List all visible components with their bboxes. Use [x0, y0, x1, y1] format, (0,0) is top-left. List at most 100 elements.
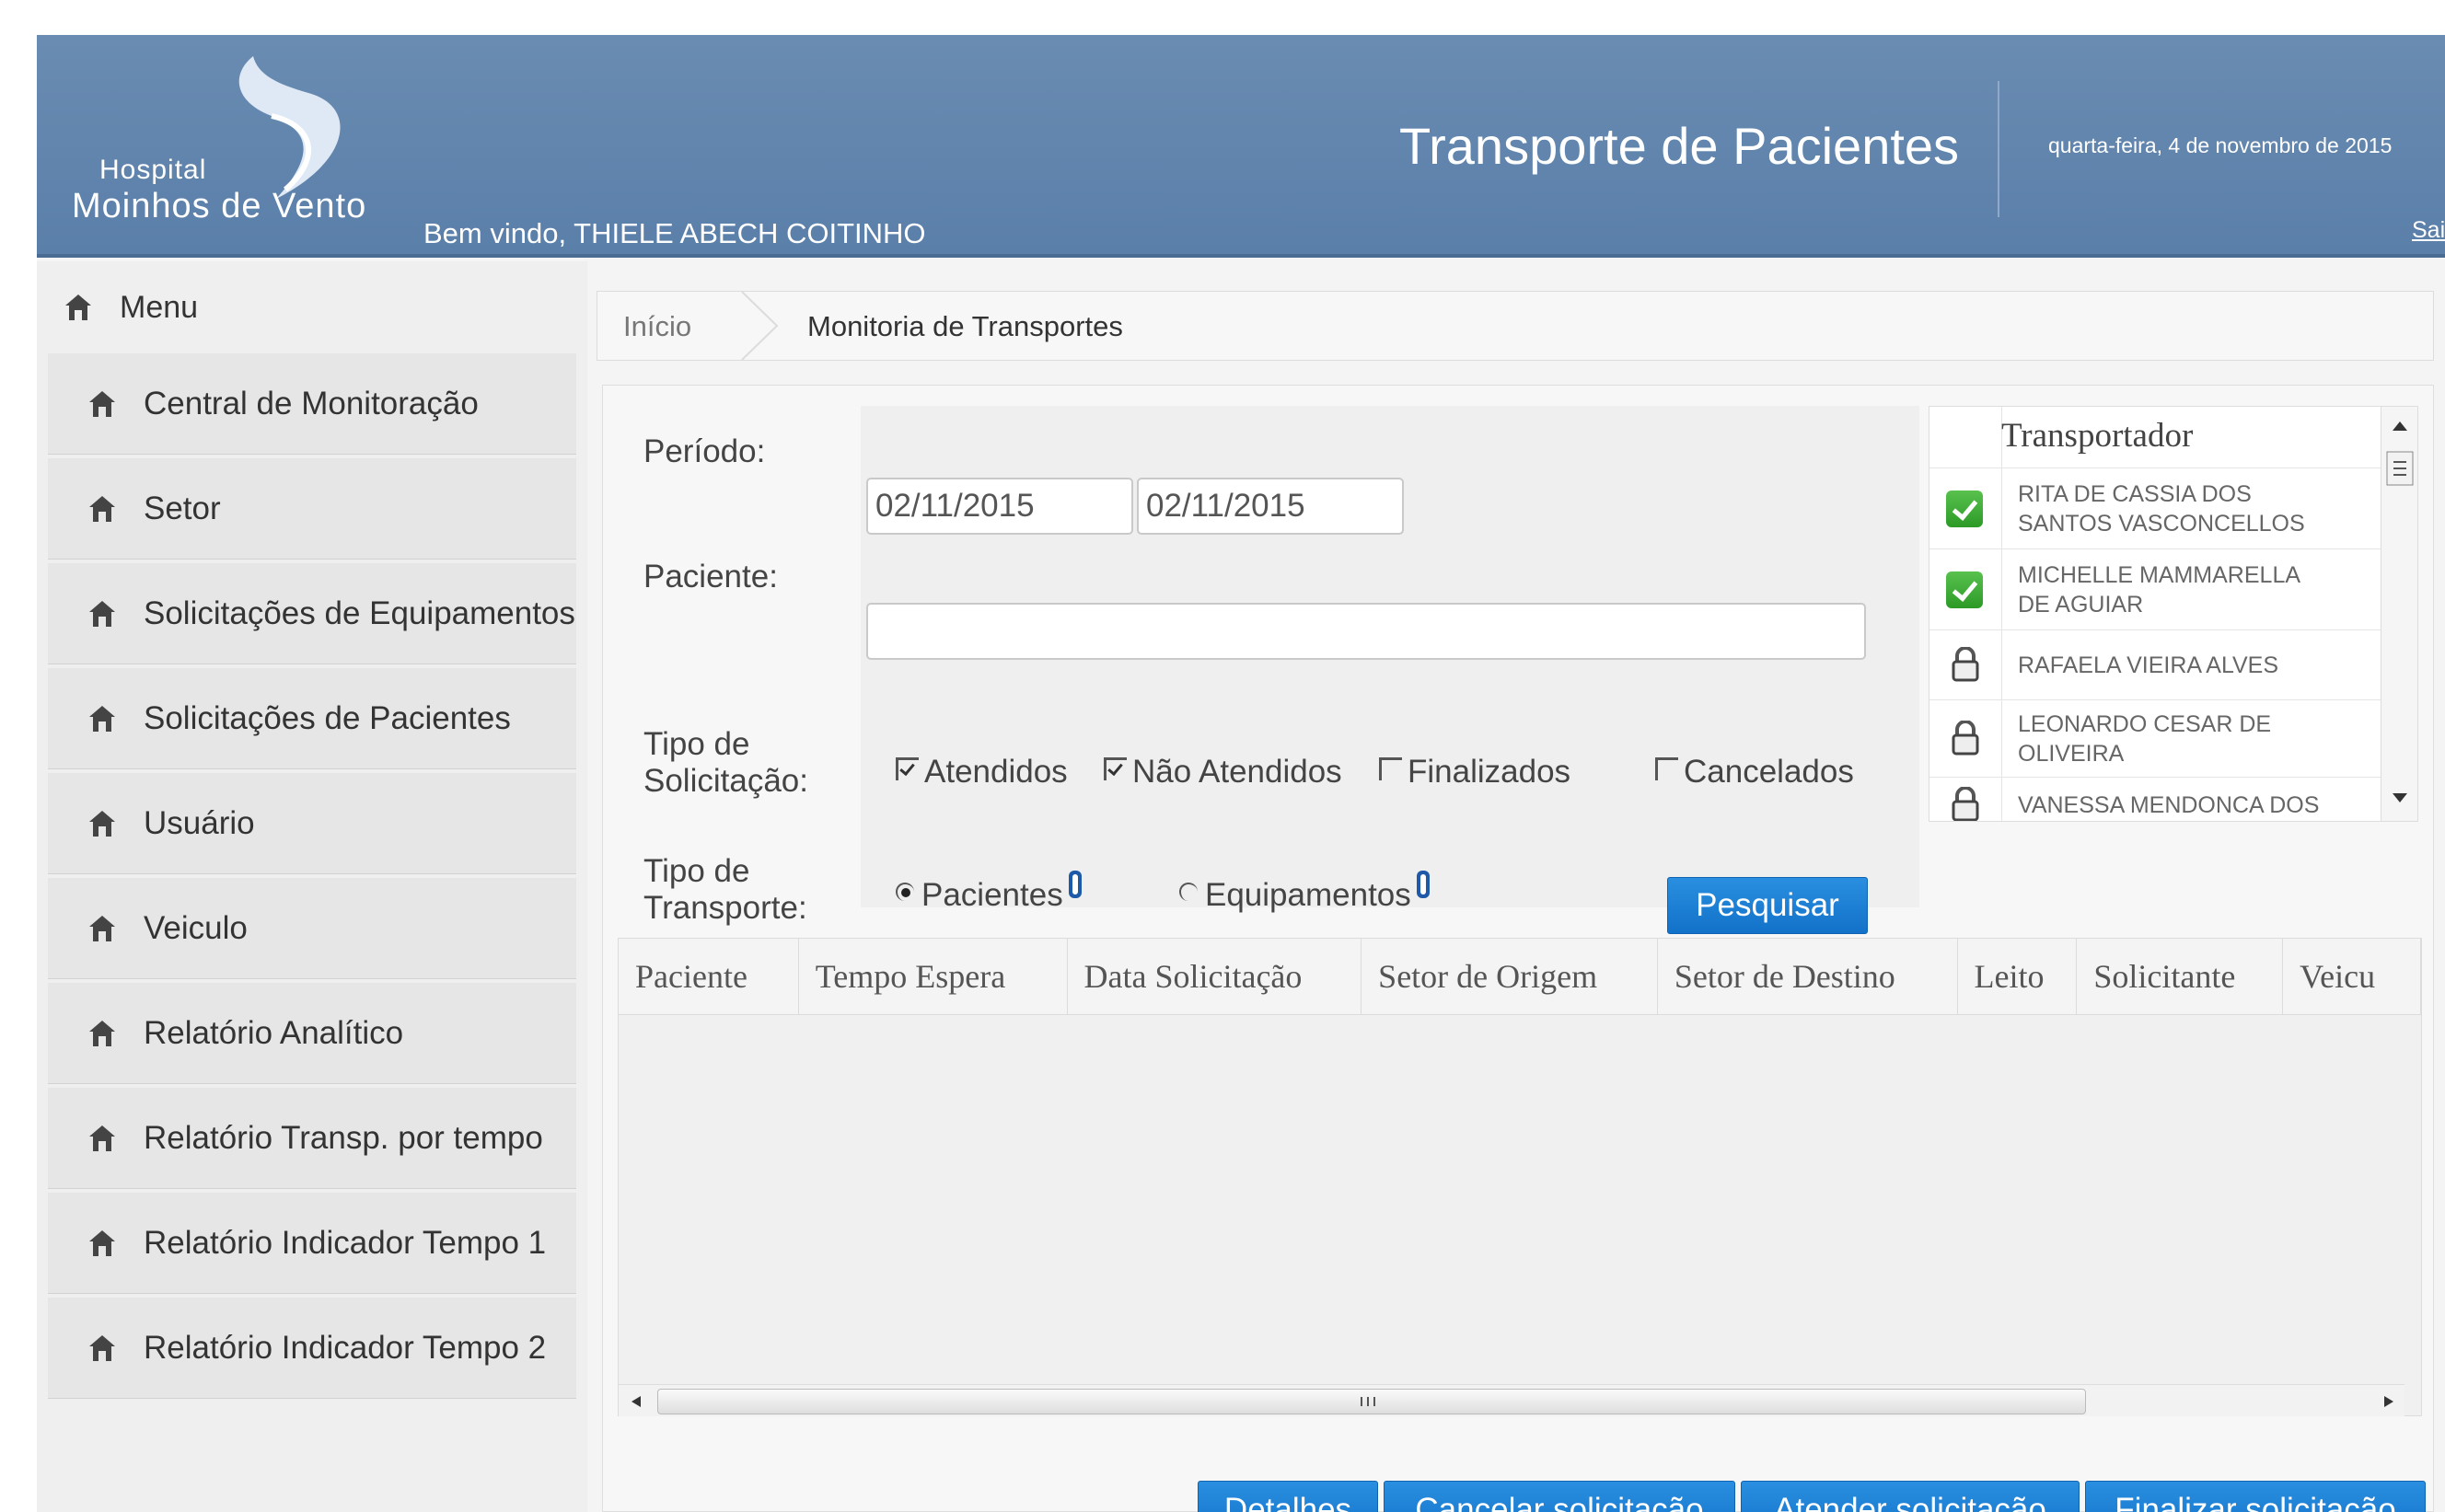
column-header[interactable]: Leito [1958, 939, 2078, 1014]
checkbox-nao-atendidos[interactable]: Não Atendidos [1104, 754, 1342, 791]
checkbox-label: Não Atendidos [1132, 754, 1342, 790]
transporter-row[interactable]: MICHELLE MAMMARELLA DE AGUIAR [1929, 548, 2381, 630]
transporter-row[interactable]: LEONARDO CESAR DE OLIVEIRA [1929, 699, 2381, 778]
finish-request-button[interactable]: Finalizar solicitação [2085, 1481, 2426, 1512]
tipo-solicitacao-label: Tipo de Solicitação: [643, 726, 808, 800]
sidebar-item[interactable]: Relatório Analítico [48, 983, 576, 1084]
checkbox-label: Finalizados [1408, 754, 1571, 790]
sidebar-item-label: Relatório Indicador Tempo 2 [144, 1329, 547, 1366]
check-icon [1946, 571, 1983, 608]
scroll-up-arrow-icon[interactable] [2391, 420, 2409, 433]
date-from-input[interactable] [866, 478, 1133, 535]
transporter-name: RITA DE CASSIA DOS SANTOS VASCONCELLOS [2018, 481, 2305, 537]
scroll-right-arrow-icon[interactable] [2382, 1394, 2395, 1409]
requests-table: Paciente Tempo Espera Data Solicitação Seto… [618, 938, 2422, 1416]
paciente-label: Paciente: [643, 559, 778, 594]
scroll-left-arrow-icon[interactable] [630, 1394, 643, 1409]
attend-request-button[interactable]: Atender solicitação [1741, 1481, 2080, 1512]
transporter-row[interactable]: RITA DE CASSIA DOS SANTOS VASCONCELLOS [1929, 467, 2381, 549]
home-icon [89, 1125, 115, 1151]
logo-wing-icon [238, 56, 341, 199]
sidebar-item-label: Central de Monitoração [144, 385, 479, 421]
tipo-transporte-label: Tipo de Transporte: [643, 853, 807, 927]
radio-equipamentos[interactable]: Equipamentos [1179, 871, 1430, 914]
scroll-grip-icon [1361, 1397, 1375, 1406]
home-icon [89, 600, 115, 627]
top-header: Hospital Moinhos de Vento Bem vindo, THI… [37, 35, 2445, 258]
column-header[interactable]: Veicu [2283, 939, 2421, 1014]
transporter-list-scrollbar[interactable] [2381, 407, 2417, 821]
radio-label: Equipamentos [1205, 877, 1411, 913]
tipo-transporte-label-line2: Transporte: [643, 890, 807, 926]
checkbox-checked-icon [1104, 756, 1127, 780]
transporter-name: RAFAELA VIEIRA ALVES [2018, 652, 2279, 678]
sidebar-item-label: Relatório Indicador Tempo 1 [144, 1224, 547, 1261]
transporter-header: Transportador [2001, 417, 2194, 455]
logo-text-name: Moinhos de Vento [72, 187, 367, 225]
search-button[interactable]: Pesquisar [1667, 877, 1868, 934]
busy-icon [1952, 787, 1979, 821]
busy-icon [1952, 721, 1979, 756]
home-icon [89, 705, 115, 732]
transporter-status-cell [1929, 700, 2002, 778]
header-divider [1998, 81, 1999, 217]
tipo-transporte-label-line1: Tipo de [643, 853, 750, 889]
breadcrumb-home[interactable]: Início [623, 310, 691, 343]
date-to-input[interactable] [1137, 478, 1404, 535]
transporter-status-cell [1929, 549, 2002, 630]
column-header[interactable]: Setor de Destino [1658, 939, 1958, 1014]
radio-label: Pacientes [921, 877, 1063, 913]
busy-icon [1952, 647, 1979, 682]
sidebar-item[interactable]: Relatório Indicador Tempo 2 [48, 1298, 576, 1399]
home-icon [89, 915, 115, 941]
home-icon [89, 1334, 115, 1361]
checkbox-finalizados[interactable]: Finalizados [1379, 754, 1570, 791]
checkbox-label: Cancelados [1684, 754, 1854, 790]
welcome-text: Bem vindo, THIELE ABECH COITINHO [423, 217, 926, 249]
sidebar-item[interactable]: Relatório Indicador Tempo 1 [48, 1193, 576, 1294]
column-header[interactable]: Solicitante [2077, 939, 2284, 1014]
transporter-name: VANESSA MENDONCA DOS [2018, 792, 2320, 818]
table-horizontal-scrollbar[interactable] [619, 1384, 2404, 1416]
breadcrumb-current: Monitoria de Transportes [807, 310, 1123, 342]
checkbox-atendidos[interactable]: Atendidos [896, 754, 1068, 791]
sidebar-item[interactable]: Central de Monitoração [48, 353, 576, 455]
radio-pacientes[interactable]: Pacientes [896, 871, 1082, 914]
sidebar-item[interactable]: Veiculo [48, 878, 576, 979]
transporter-header-iconcell [1929, 407, 2002, 467]
home-icon [89, 495, 115, 522]
column-header[interactable]: Tempo Espera [799, 939, 1068, 1014]
sidebar-item[interactable]: Setor [48, 458, 576, 560]
transporter-row[interactable]: VANESSA MENDONCA DOS [1929, 777, 2381, 821]
checkbox-cancelados[interactable]: Cancelados [1655, 754, 1854, 791]
column-header[interactable]: Data Solicitação [1068, 939, 1362, 1014]
transporter-row[interactable]: RAFAELA VIEIRA ALVES [1929, 629, 2381, 700]
sidebar-item-label: Relatório Transp. por tempo [144, 1119, 543, 1156]
checkbox-checked-icon [896, 756, 919, 780]
column-header[interactable]: Setor de Origem [1362, 939, 1658, 1014]
details-button[interactable]: Detalhes [1198, 1481, 1378, 1512]
transporter-name: MICHELLE MAMMARELLA DE AGUIAR [2018, 562, 2301, 617]
menu-header[interactable]: Menu [37, 261, 587, 353]
sidebar-item[interactable]: Solicitações de Pacientes [48, 668, 576, 769]
paciente-input[interactable] [866, 603, 1866, 660]
menu-title: Menu [120, 289, 199, 325]
sidebar-item[interactable]: Solicitações de Equipamentos [48, 563, 576, 664]
transporter-name: LEONARDO CESAR DE OLIVEIRA [2018, 711, 2272, 767]
home-icon [89, 1229, 115, 1256]
scroll-thumb-icon[interactable] [2386, 451, 2414, 486]
app-window: Hospital Moinhos de Vento Bem vindo, THI… [37, 35, 2445, 1512]
transporter-status-cell [1929, 778, 2002, 821]
logout-link[interactable]: Sair [2412, 217, 2445, 244]
info-icon[interactable] [1068, 871, 1082, 898]
transporter-status-cell [1929, 468, 2002, 549]
sidebar-item[interactable]: Usuário [48, 773, 576, 874]
breadcrumb: Início Monitoria de Transportes [597, 291, 2434, 361]
tipo-solicitacao-label-line2: Solicitação: [643, 763, 808, 799]
scroll-thumb[interactable] [657, 1389, 2086, 1414]
sidebar-item[interactable]: Relatório Transp. por tempo [48, 1088, 576, 1189]
info-icon[interactable] [1416, 871, 1430, 898]
cancel-request-button[interactable]: Cancelar solicitação [1384, 1481, 1735, 1512]
scroll-down-arrow-icon[interactable] [2391, 791, 2409, 804]
column-header[interactable]: Paciente [619, 939, 799, 1014]
